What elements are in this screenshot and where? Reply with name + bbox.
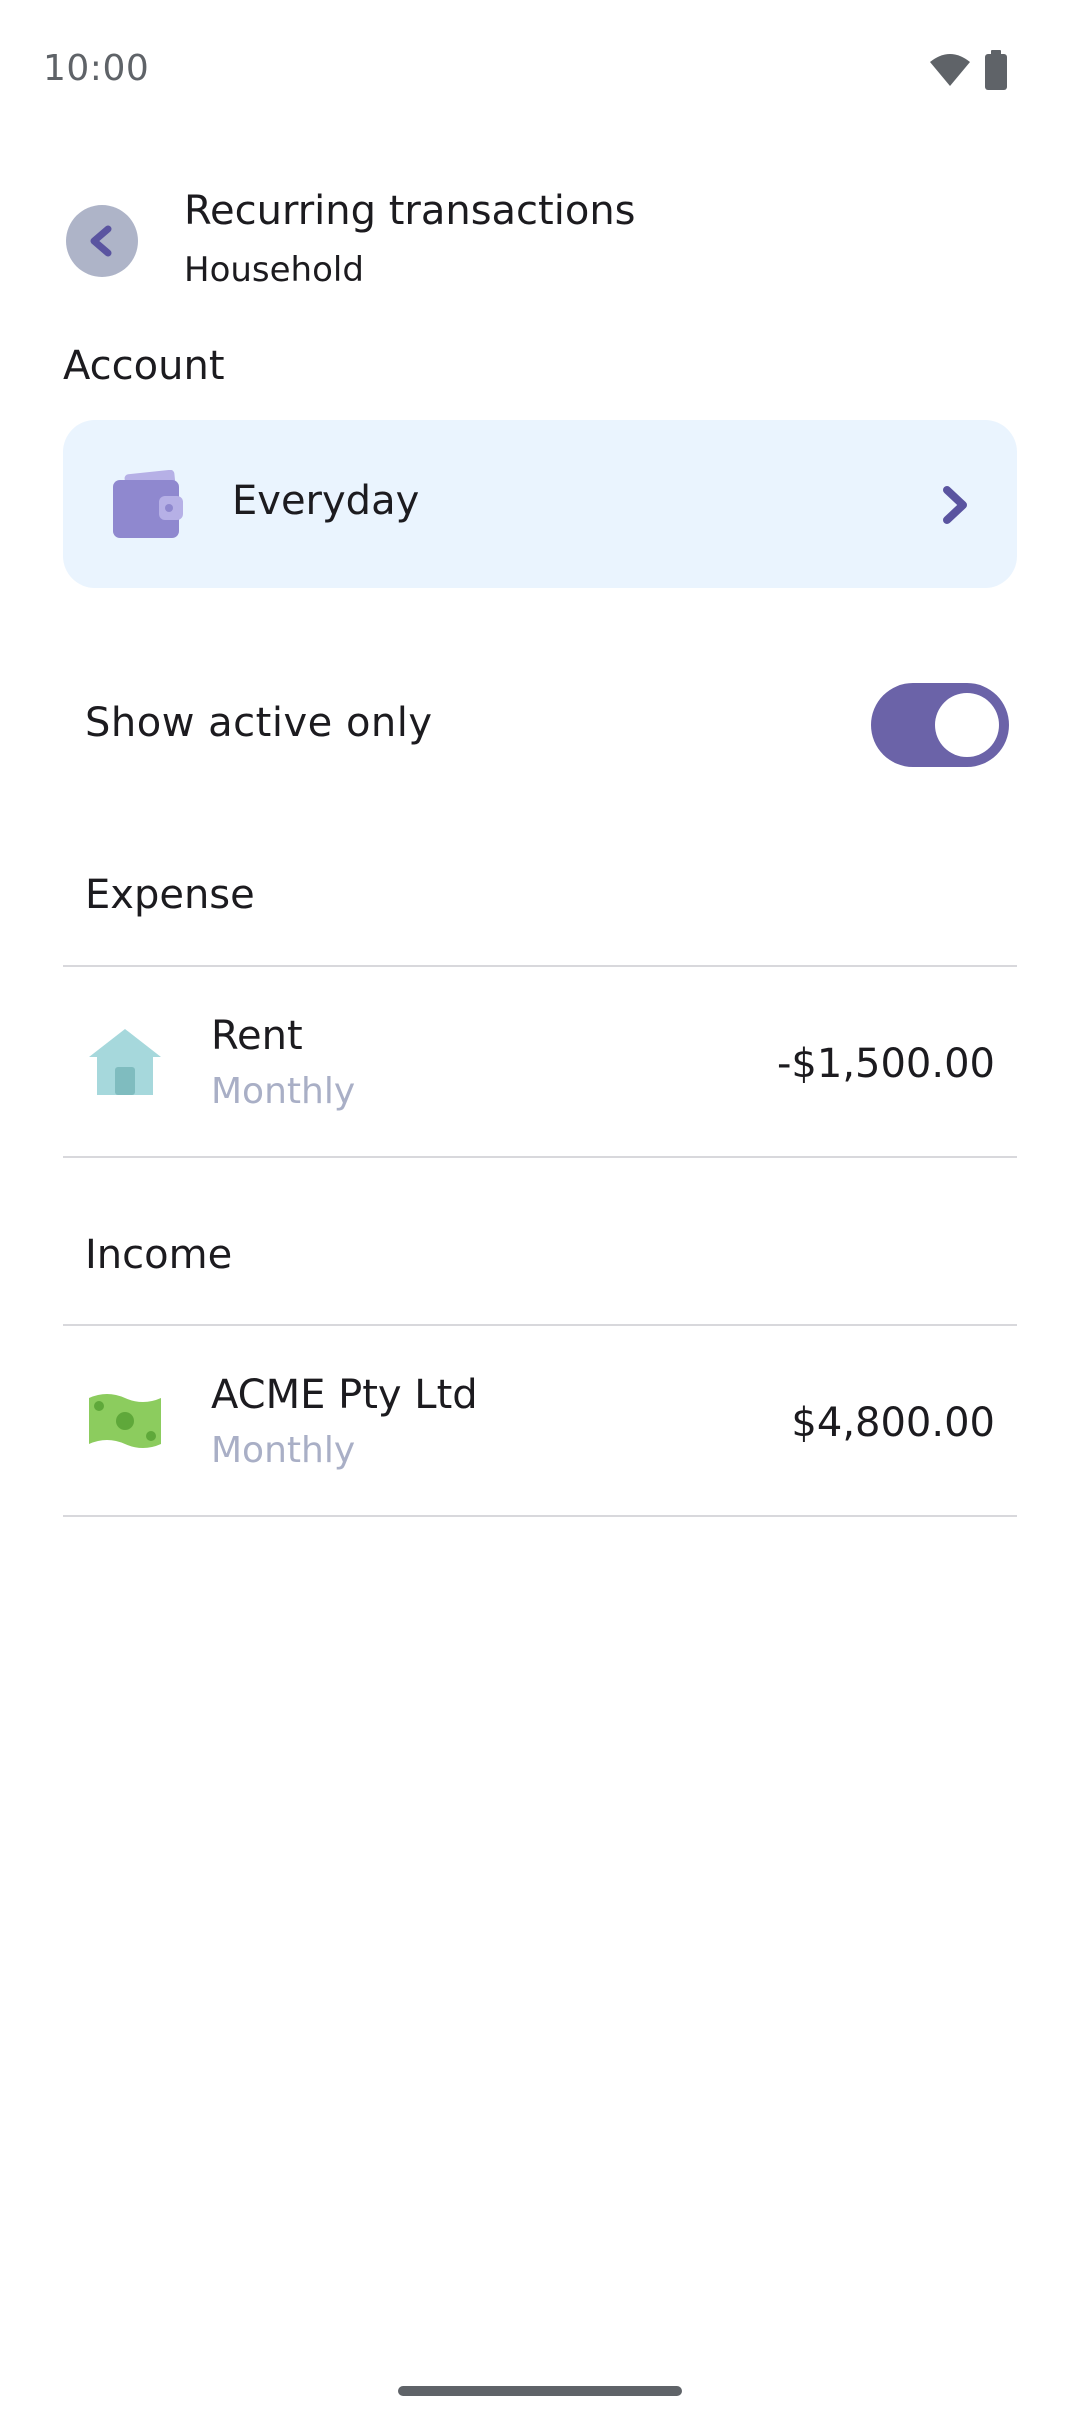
income-section-header: Income bbox=[85, 1232, 233, 1278]
toggle-knob bbox=[935, 693, 999, 757]
transaction-frequency: Monthly bbox=[211, 1430, 356, 1471]
cash-icon bbox=[89, 1394, 161, 1448]
show-active-label: Show active only bbox=[85, 700, 433, 746]
transaction-row-rent[interactable]: Rent Monthly -$1,500.00 bbox=[63, 967, 1017, 1157]
back-button[interactable] bbox=[66, 205, 138, 277]
battery-icon bbox=[985, 50, 1007, 90]
wifi-icon bbox=[930, 54, 970, 86]
divider bbox=[63, 1156, 1017, 1158]
wallet-icon bbox=[113, 470, 183, 538]
status-time: 10:00 bbox=[43, 48, 150, 89]
recurring-transactions-screen: 10:00 Recurring transactions Household A… bbox=[0, 0, 1080, 2424]
page-subtitle: Household bbox=[184, 250, 364, 290]
page-title: Recurring transactions bbox=[184, 188, 636, 234]
home-indicator[interactable] bbox=[398, 2386, 682, 2396]
transaction-amount: -$1,500.00 bbox=[776, 1041, 995, 1087]
expense-section-header: Expense bbox=[85, 872, 255, 918]
chevron-right-icon bbox=[943, 486, 967, 524]
transaction-name: Rent bbox=[211, 1013, 303, 1059]
divider bbox=[63, 1515, 1017, 1517]
transaction-frequency: Monthly bbox=[211, 1071, 356, 1112]
status-bar: 10:00 bbox=[0, 0, 1080, 140]
transaction-name: ACME Pty Ltd bbox=[211, 1372, 478, 1418]
account-label: Account bbox=[63, 343, 225, 389]
show-active-toggle[interactable] bbox=[871, 683, 1009, 767]
transaction-row-acme[interactable]: ACME Pty Ltd Monthly $4,800.00 bbox=[63, 1326, 1017, 1516]
show-active-row: Show active only bbox=[63, 660, 1017, 790]
house-icon bbox=[89, 1029, 161, 1095]
account-name: Everyday bbox=[232, 478, 420, 524]
transaction-amount: $4,800.00 bbox=[791, 1400, 995, 1446]
account-selector[interactable]: Everyday bbox=[63, 420, 1017, 588]
chevron-left-icon bbox=[90, 225, 112, 257]
